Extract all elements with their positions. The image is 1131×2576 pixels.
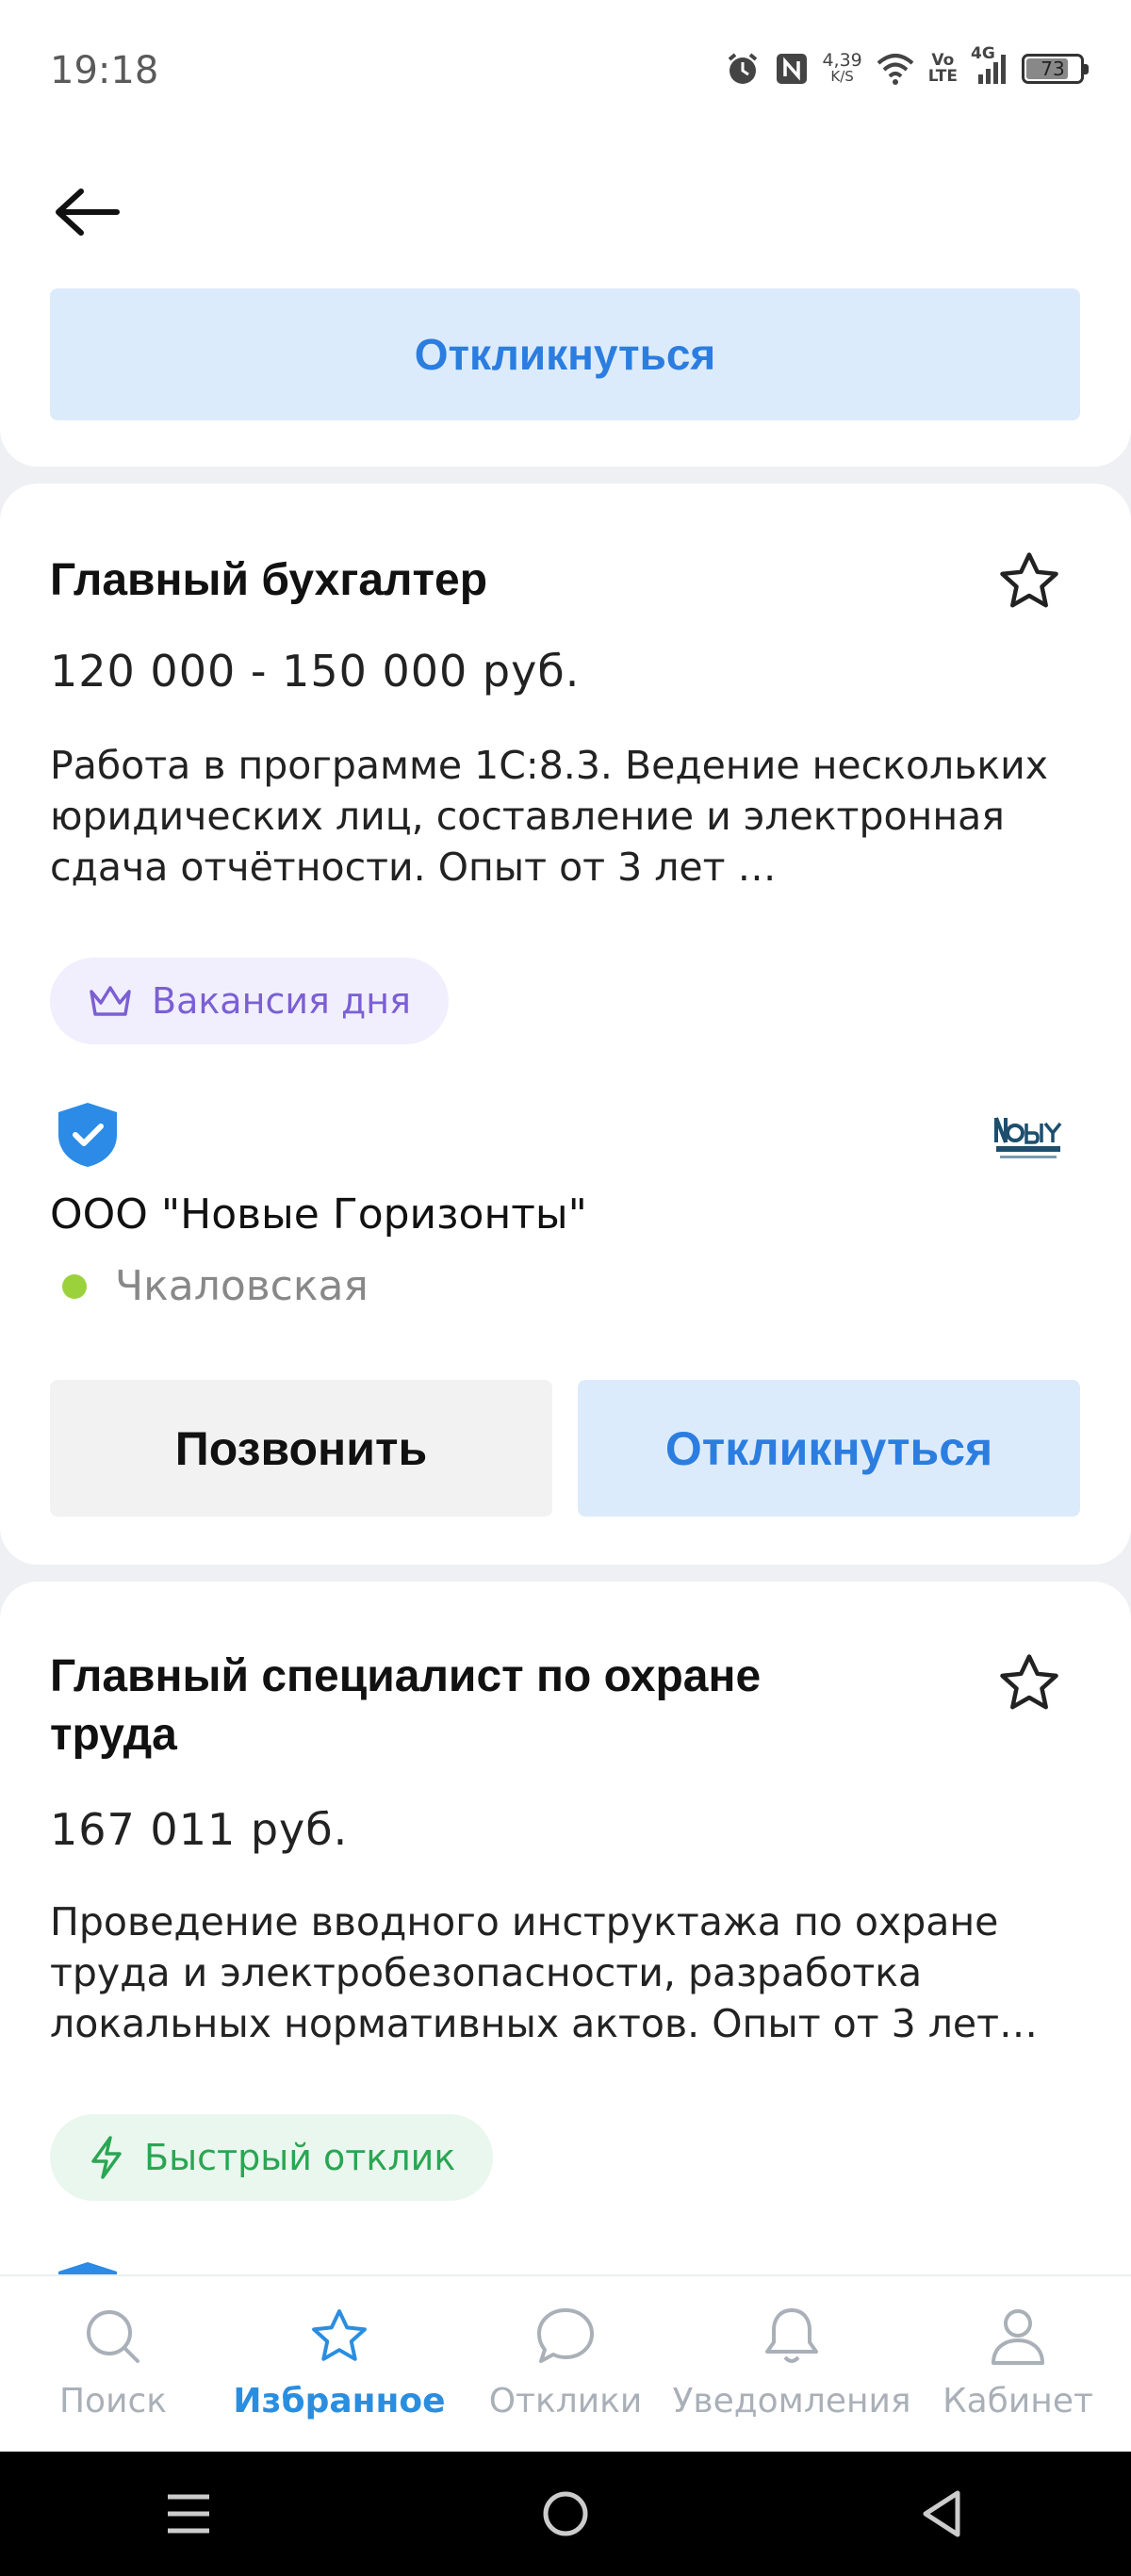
metro-station: Чкаловская: [62, 1262, 369, 1310]
job-salary: 167 011 руб.: [50, 1804, 349, 1855]
status-time: 19:18: [50, 49, 159, 92]
bottom-navigation: Поиск Избранное Отклики Уведомления Каби…: [0, 2274, 1131, 2452]
crown-icon: [90, 986, 131, 1016]
home-button[interactable]: [518, 2467, 613, 2561]
badge-label: Вакансия дня: [152, 980, 411, 1022]
search-icon: [87, 2310, 139, 2363]
job-card[interactable]: Главный бухгалтер 120 000 - 150 000 руб.…: [0, 484, 1131, 1565]
job-card[interactable]: Главный специалист по охране труда 167 0…: [0, 1582, 1131, 2298]
respond-button-previous[interactable]: Откликнуться: [50, 288, 1080, 420]
signal-icon: 4G: [971, 46, 1008, 86]
chat-icon: [537, 2308, 594, 2363]
verified-shield-icon: [55, 1101, 121, 1169]
alarm-icon: [724, 50, 762, 88]
home-circle-icon: [543, 2491, 588, 2536]
nav-label: Кабинет: [942, 2382, 1093, 2420]
nav-label: Уведомления: [672, 2382, 911, 2420]
metro-line-dot: [62, 1273, 87, 1299]
signal-label: 4G: [971, 44, 995, 63]
lightning-icon: [91, 2136, 122, 2179]
nav-item-search[interactable]: Поиск: [0, 2276, 226, 2453]
job-salary: 120 000 - 150 000 руб.: [50, 646, 581, 697]
company-name[interactable]: ООО "Новые Горизонты": [50, 1190, 587, 1239]
nav-item-responses[interactable]: Отклики: [452, 2276, 679, 2453]
volte-bottom: LTE: [927, 67, 958, 86]
bell-icon: [765, 2308, 818, 2363]
user-icon: [992, 2309, 1044, 2365]
fast-response-badge: Быстрый отклик: [50, 2114, 494, 2201]
job-description: Проведение вводного инструктажа по охран…: [50, 1899, 1039, 2046]
favorite-button[interactable]: [993, 546, 1065, 617]
star-icon: [1000, 552, 1058, 608]
nav-item-favorites[interactable]: Избранное: [226, 2276, 452, 2453]
job-description: Работа в программе 1С:8.3. Ведение неско…: [50, 743, 1049, 890]
job-title[interactable]: Главный специалист по охране труда: [50, 1648, 879, 1764]
top-header: [0, 141, 1131, 283]
call-button[interactable]: Позвонить: [50, 1380, 552, 1517]
nav-label: Избранное: [233, 2382, 446, 2420]
system-navigation-bar: [0, 2452, 1131, 2576]
battery-icon: 73: [1022, 54, 1089, 84]
company-logo[interactable]: [990, 1101, 1065, 1176]
status-bar: 19:18 4,39 K/S Vo LTE 4G 73: [0, 0, 1131, 141]
network-speed: 4,39 K/S: [822, 50, 862, 85]
network-speed-value: 4,39: [822, 50, 862, 71]
job-title[interactable]: Главный бухгалтер: [50, 551, 898, 610]
metro-station-name: Чкаловская: [115, 1262, 369, 1310]
vacancy-of-day-badge: Вакансия дня: [50, 958, 449, 1044]
menu-icon: [168, 2494, 209, 2534]
system-back-button[interactable]: [895, 2467, 990, 2561]
triangle-back-icon: [923, 2490, 960, 2537]
nav-item-cabinet[interactable]: Кабинет: [905, 2276, 1131, 2453]
badge-label: Быстрый отклик: [144, 2137, 456, 2178]
status-icons: 4,39 K/S Vo LTE 4G 73: [724, 45, 1089, 92]
arrow-left-icon: [56, 189, 120, 236]
nav-label: Отклики: [488, 2382, 643, 2420]
wifi-icon: [876, 52, 915, 86]
volte-indicator: Vo LTE: [928, 53, 958, 85]
network-speed-unit: K/S: [830, 68, 854, 85]
menu-button[interactable]: [141, 2467, 236, 2561]
star-icon: [1000, 1654, 1058, 1710]
favorite-button[interactable]: [993, 1648, 1065, 1719]
nav-label: Поиск: [58, 2382, 168, 2420]
respond-button[interactable]: Откликнуться: [578, 1380, 1080, 1517]
back-button[interactable]: [49, 179, 124, 245]
battery-level: 73: [1041, 57, 1065, 80]
star-icon: [312, 2309, 367, 2361]
nav-item-notifications[interactable]: Уведомления: [672, 2276, 911, 2453]
nfc-icon: [775, 52, 809, 86]
